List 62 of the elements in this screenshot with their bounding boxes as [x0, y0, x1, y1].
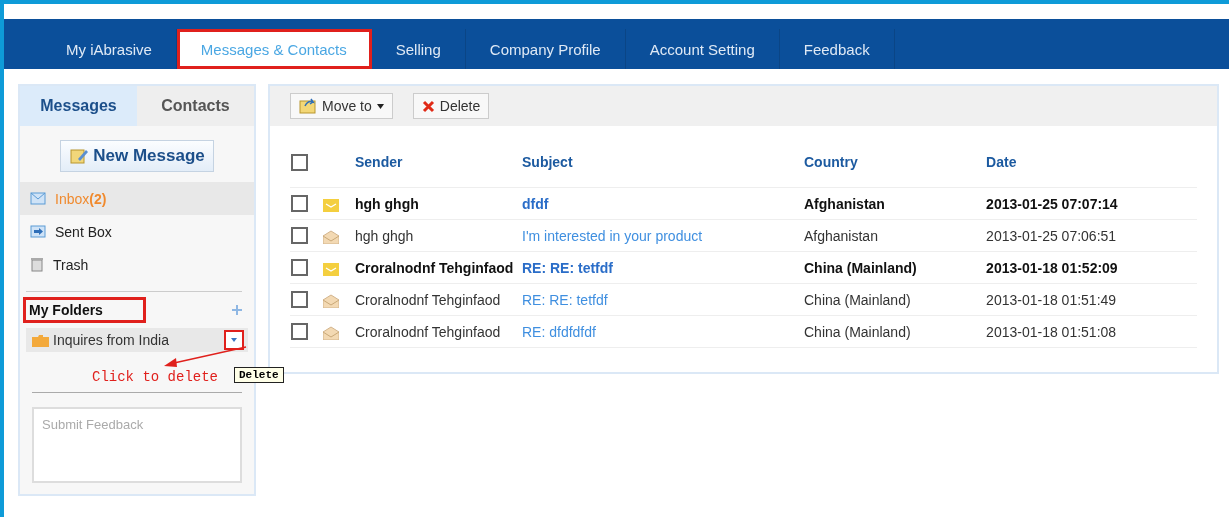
feedback-field[interactable]: Submit Feedback — [32, 407, 242, 483]
date-cell: 2013-01-18 01:52:09 — [985, 251, 1197, 284]
annotation-text: Click to delete — [92, 369, 219, 385]
open-envelope-icon — [323, 325, 339, 340]
new-message-button[interactable]: New Message — [60, 140, 214, 172]
sender-cell: hgh ghgh — [354, 219, 521, 252]
nav-tab[interactable]: My iAbrasive — [42, 29, 177, 69]
nav-tab[interactable]: Account Setting — [625, 29, 780, 69]
caret-icon — [231, 338, 237, 342]
trash-icon — [30, 257, 44, 272]
country-cell: China (Mainland) — [803, 251, 986, 284]
row-checkbox[interactable] — [291, 259, 308, 277]
sidebar-tab[interactable]: Contacts — [137, 86, 254, 126]
nav-tab[interactable]: Company Profile — [465, 29, 626, 69]
subject-link[interactable]: RE: RE: tetfdf — [522, 259, 613, 276]
column-header[interactable]: Sender — [354, 144, 521, 188]
sender-cell: Croralnodnf Tehginfaod — [354, 283, 521, 316]
mailbox-item[interactable]: Trash — [20, 248, 254, 281]
folders-heading: My Folders — [26, 300, 143, 320]
close-icon — [421, 99, 435, 113]
open-envelope-icon — [323, 229, 339, 244]
open-envelope-icon — [323, 293, 339, 308]
mailbox-item[interactable]: Sent Box — [20, 215, 254, 248]
envelope-icon — [30, 192, 46, 205]
sender-cell: Croralnodnf Tehginfaod — [354, 315, 521, 348]
caret-icon — [376, 103, 384, 109]
subject-link[interactable]: RE: dfdfdfdf — [522, 323, 596, 340]
send-icon — [30, 225, 46, 238]
country-cell: Afghanistan — [803, 219, 986, 252]
tooltip: Delete — [234, 367, 284, 383]
subject-link[interactable]: RE: RE: tetfdf — [522, 291, 608, 308]
folder-item[interactable]: Inquires from India — [26, 328, 248, 352]
date-cell: 2013-01-25 07:07:14 — [985, 187, 1197, 220]
notepad-icon — [69, 147, 90, 165]
country-cell: China (Mainland) — [803, 315, 986, 348]
subject-link[interactable]: dfdf — [522, 195, 549, 212]
closed-envelope-icon — [323, 197, 339, 212]
move-to-button[interactable]: Move to — [290, 93, 393, 119]
date-cell: 2013-01-18 01:51:08 — [985, 315, 1197, 348]
nav-tab[interactable]: Selling — [371, 29, 466, 69]
row-checkbox[interactable] — [291, 291, 308, 309]
folder-icon — [32, 333, 49, 347]
sender-cell: hgh ghgh — [354, 187, 521, 220]
date-cell: 2013-01-18 01:51:49 — [985, 283, 1197, 316]
folder-menu-button[interactable] — [224, 330, 244, 350]
column-header[interactable]: Subject — [521, 144, 803, 188]
nav-tab[interactable]: Feedback — [779, 29, 895, 69]
country-cell: Afghanistan — [803, 187, 986, 220]
row-checkbox[interactable] — [291, 227, 308, 245]
subject-link[interactable]: I'm interested in your product — [522, 227, 703, 244]
closed-envelope-icon — [323, 261, 339, 276]
row-checkbox[interactable] — [291, 195, 308, 213]
delete-button[interactable]: Delete — [412, 93, 490, 119]
row-checkbox[interactable] — [291, 323, 308, 341]
sidebar-tab[interactable]: Messages — [20, 86, 137, 126]
country-cell: China (Mainland) — [803, 283, 986, 316]
date-cell: 2013-01-25 07:06:51 — [985, 219, 1197, 252]
sender-cell: Croralnodnf Tehginfaod — [354, 251, 521, 284]
column-header[interactable]: Date — [985, 144, 1197, 188]
folder-icon — [299, 98, 317, 114]
select-all-checkbox[interactable] — [291, 153, 308, 171]
column-header[interactable]: Country — [803, 144, 986, 188]
